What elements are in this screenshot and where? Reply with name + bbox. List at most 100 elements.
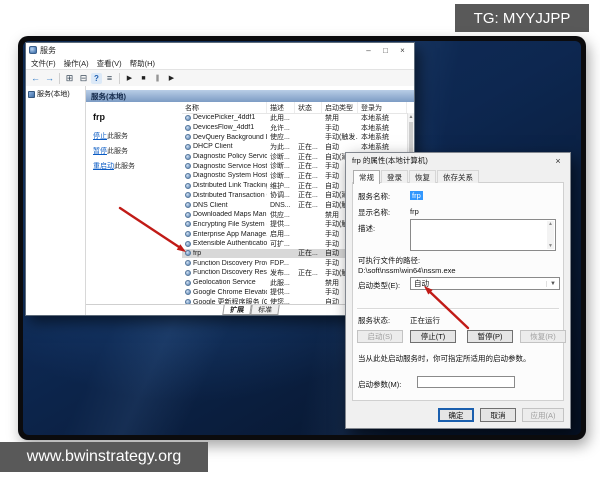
restart-service-link[interactable]: 重启动	[93, 163, 114, 170]
service-desc-cell: 允许...	[267, 123, 295, 133]
column-header-3[interactable]: 启动类型	[322, 102, 358, 113]
start-button: 启动(S)	[357, 330, 403, 343]
service-row[interactable]: DevQuery Background D...使应...手动(触发...本地系…	[182, 132, 407, 142]
stop-service-link-suffix: 此服务	[107, 133, 128, 140]
service-name-text: Extensible Authentication...	[193, 240, 267, 247]
maximize-button[interactable]: □	[377, 44, 394, 56]
service-desc-cell: 维护...	[267, 181, 295, 191]
service-logon-cell: 本地系统	[358, 123, 407, 133]
service-name-cell: DevQuery Background D...	[182, 134, 267, 141]
stop-service-link-row: 停止此服务	[93, 131, 178, 141]
column-header-2[interactable]: 状态	[295, 102, 322, 113]
start-params-input[interactable]	[417, 376, 515, 388]
service-gear-icon	[185, 173, 191, 179]
service-name-text: Encrypting File System (E...	[193, 221, 267, 228]
start-service-icon[interactable]: ▶	[123, 72, 136, 84]
menu-item-3[interactable]: 帮助(H)	[130, 58, 155, 69]
display-name-label: 显示名称:	[358, 207, 390, 218]
cancel-button[interactable]: 取消	[480, 408, 516, 422]
service-desc-cell: FDP...	[267, 260, 295, 267]
tab-dependencies[interactable]: 依存关系	[437, 170, 479, 183]
service-name-cell: Distributed Transaction C...	[182, 192, 267, 199]
properties-icon[interactable]: ≡	[103, 72, 116, 84]
service-name-cell: Google Chrome Elevatio...	[182, 289, 267, 296]
service-name-cell: Encrypting File System (E...	[182, 221, 267, 228]
startup-type-select[interactable]: 自动 ▼	[410, 277, 560, 290]
help-icon[interactable]: ?	[91, 73, 102, 84]
back-icon[interactable]: ←	[29, 72, 42, 84]
tab-recovery[interactable]: 恢复	[409, 170, 436, 183]
service-name-cell: DevicePicker_4ddf1	[182, 114, 267, 121]
toolbar: ←→⊞⊟?≡▶■∥▶	[26, 70, 414, 87]
tree-item-label: 服务(本地)	[37, 89, 70, 99]
service-startup-cell: 自动	[322, 142, 358, 152]
service-desc-cell: 供应...	[267, 210, 295, 220]
service-name-cell: DNS Client	[182, 202, 267, 209]
display-name-value: frp	[410, 207, 419, 216]
service-status-cell: 正在...	[295, 171, 322, 181]
services-app-icon	[29, 46, 37, 54]
menu-item-0[interactable]: 文件(F)	[31, 58, 56, 69]
menu-item-2[interactable]: 查看(V)	[97, 58, 122, 69]
window-controls: –□×	[360, 44, 411, 56]
restart-service-link-row: 重启动此服务	[93, 161, 178, 171]
service-name-text: Google 更新程序服务 (G...	[193, 297, 267, 304]
service-name-text: Diagnostic System Host	[193, 172, 267, 179]
tab-standard[interactable]: 标准	[250, 305, 279, 315]
service-name-text: DevicePicker_4ddf1	[193, 114, 255, 121]
dialog-close-icon[interactable]: ×	[546, 153, 570, 168]
service-name-cell: DevicesFlow_4ddf1	[182, 124, 267, 131]
selected-service-name: frp	[93, 112, 178, 122]
service-desc-cell: 提供...	[267, 287, 295, 297]
pause-service-link[interactable]: 暂停	[93, 148, 107, 155]
service-name-text: Distributed Transaction C...	[193, 192, 267, 199]
service-logon-cell: 本地系统	[358, 142, 407, 152]
pause-button[interactable]: 暂停(P)	[467, 330, 513, 343]
column-header-1[interactable]: 描述	[267, 102, 295, 113]
minimize-button[interactable]: –	[360, 44, 377, 56]
service-gear-icon	[185, 212, 191, 218]
service-name-value: frp	[410, 191, 423, 200]
pause-service-link-row: 暂停此服务	[93, 146, 178, 156]
service-gear-icon	[185, 221, 191, 227]
service-name-cell: Diagnostic Service Host	[182, 163, 267, 170]
toolbar-separator-2	[59, 73, 60, 84]
scroll-up-icon[interactable]: ▲	[408, 113, 414, 121]
console-tree-icon[interactable]: ⊞	[63, 72, 76, 84]
stop-service-icon[interactable]: ■	[137, 72, 150, 84]
service-gear-icon	[185, 260, 191, 266]
stop-service-link[interactable]: 停止	[93, 133, 107, 140]
menu-bar: 文件(F) 操作(A) 查看(V) 帮助(H)	[26, 57, 414, 70]
pause-service-icon[interactable]: ∥	[151, 72, 164, 84]
stop-button[interactable]: 停止(T)	[410, 330, 456, 343]
tab-logon[interactable]: 登录	[381, 170, 408, 183]
menu-item-1[interactable]: 操作(A)	[64, 58, 89, 69]
service-row[interactable]: DevicePicker_4ddf1此用...禁用本地系统	[182, 113, 407, 123]
pane-header-label: 服务(本地)	[91, 91, 126, 102]
textarea-scroll-icons[interactable]: ▲▼	[547, 221, 554, 249]
export-list-icon[interactable]: ⊟	[77, 72, 90, 84]
desktop-frame: 服务 –□× 文件(F)操作(A)查看(V)帮助(H) ←→⊞⊟?≡▶■∥▶ 服…	[18, 36, 586, 440]
ok-button[interactable]: 确定	[438, 408, 474, 422]
tree-item-services-local[interactable]: 服务(本地)	[26, 88, 85, 100]
service-name-cell: Geolocation Service	[182, 279, 267, 286]
service-gear-icon	[185, 125, 191, 131]
dialog-titlebar[interactable]: frp 的属性(本地计算机) ×	[346, 153, 570, 168]
service-name-cell: Enterprise App Manage...	[182, 231, 267, 238]
desktop-wallpaper: 服务 –□× 文件(F)操作(A)查看(V)帮助(H) ←→⊞⊟?≡▶■∥▶ 服…	[23, 41, 581, 435]
service-row[interactable]: DHCP Client为此...正在...自动本地系统	[182, 142, 407, 152]
close-button[interactable]: ×	[394, 44, 411, 56]
service-name-text: Function Discovery Provi...	[193, 260, 267, 267]
services-window-title: 服务	[40, 45, 56, 56]
restart-service-icon[interactable]: ▶	[165, 72, 178, 84]
description-field[interactable]: ▲▼	[410, 219, 556, 251]
column-header-4[interactable]: 登录为	[358, 102, 407, 113]
services-titlebar[interactable]: 服务 –□×	[26, 43, 414, 57]
service-startup-cell: 禁用	[322, 113, 358, 123]
column-header-0[interactable]: 名称	[182, 102, 267, 113]
service-row[interactable]: DevicesFlow_4ddf1允许...手动本地系统	[182, 123, 407, 133]
service-gear-icon	[185, 289, 191, 295]
tab-extended[interactable]: 扩展	[222, 305, 251, 315]
tab-general[interactable]: 常规	[353, 170, 380, 184]
forward-icon[interactable]: →	[43, 72, 56, 84]
